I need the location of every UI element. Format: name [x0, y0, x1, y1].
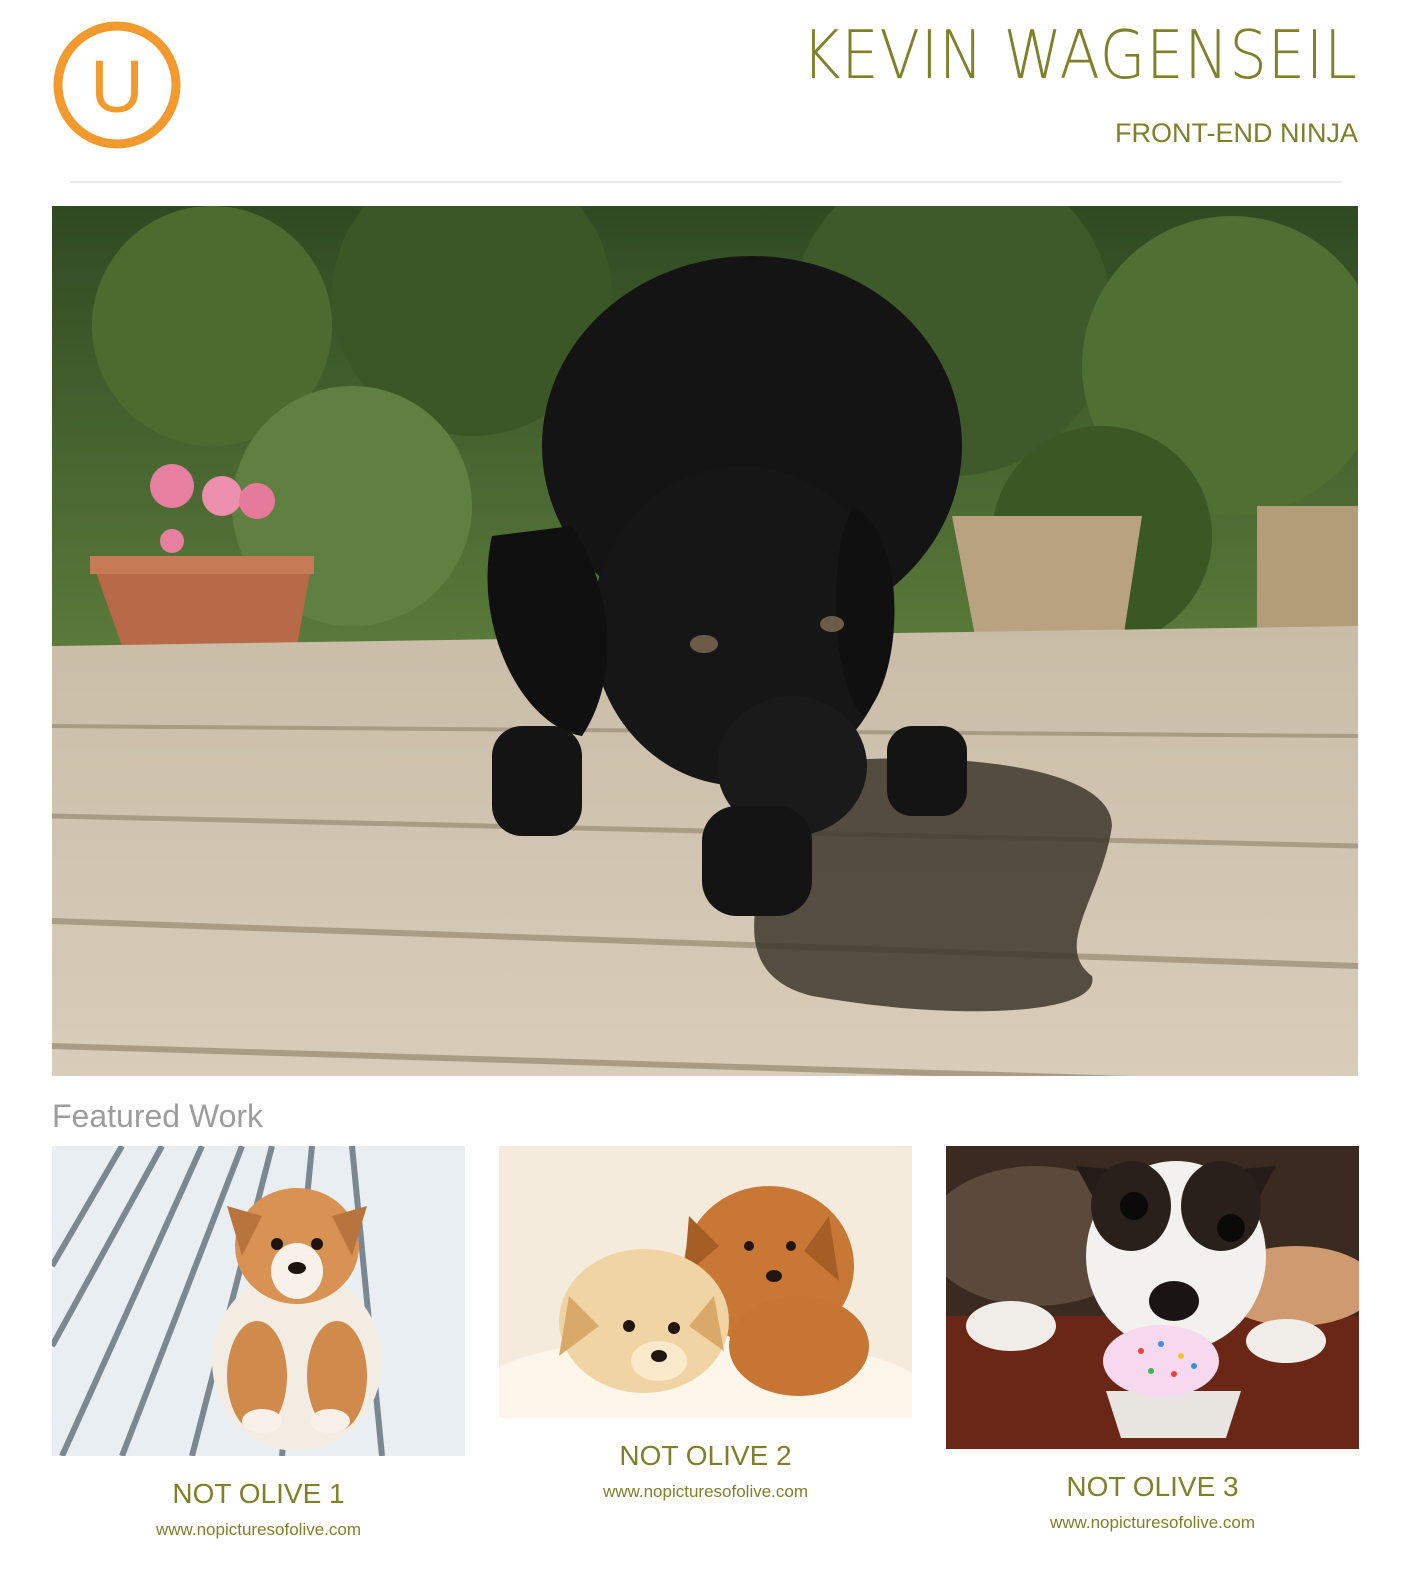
featured-item-1-image[interactable] — [52, 1146, 465, 1456]
terrier-puppy-cupcake-photo — [946, 1146, 1359, 1449]
featured-item-3-link[interactable]: www.nopicturesofolive.com — [946, 1513, 1359, 1533]
featured-item-1-link[interactable]: www.nopicturesofolive.com — [52, 1520, 465, 1540]
site-tagline: FRONT-END NINJA — [1115, 118, 1358, 148]
logo-icon: U — [53, 21, 181, 149]
logo[interactable]: U — [52, 20, 182, 150]
featured-item-2-link[interactable]: www.nopicturesofolive.com — [499, 1482, 912, 1502]
hero-image — [52, 206, 1358, 1076]
featured-item-2-title[interactable]: NOT OLIVE 2 — [499, 1440, 912, 1472]
featured-item-3[interactable]: NOT OLIVE 3 www.nopicturesofolive.com — [946, 1146, 1359, 1533]
logo-letter: U — [90, 45, 143, 128]
header-divider — [70, 181, 1342, 183]
two-puppies-photo — [499, 1146, 912, 1418]
featured-work-heading: Featured Work — [52, 1098, 264, 1134]
hero-puppy-photo — [52, 206, 1358, 1076]
featured-item-2[interactable]: NOT OLIVE 2 www.nopicturesofolive.com — [499, 1146, 912, 1502]
featured-item-1-title[interactable]: NOT OLIVE 1 — [52, 1478, 465, 1510]
featured-item-3-title[interactable]: NOT OLIVE 3 — [946, 1471, 1359, 1503]
featured-item-2-image[interactable] — [499, 1146, 912, 1418]
corgi-puppy-photo — [52, 1146, 465, 1456]
featured-item-1[interactable]: NOT OLIVE 1 www.nopicturesofolive.com — [52, 1146, 465, 1540]
site-owner-name: KEVIN WAGENSEIL — [801, 16, 1358, 94]
featured-item-3-image[interactable] — [946, 1146, 1359, 1449]
